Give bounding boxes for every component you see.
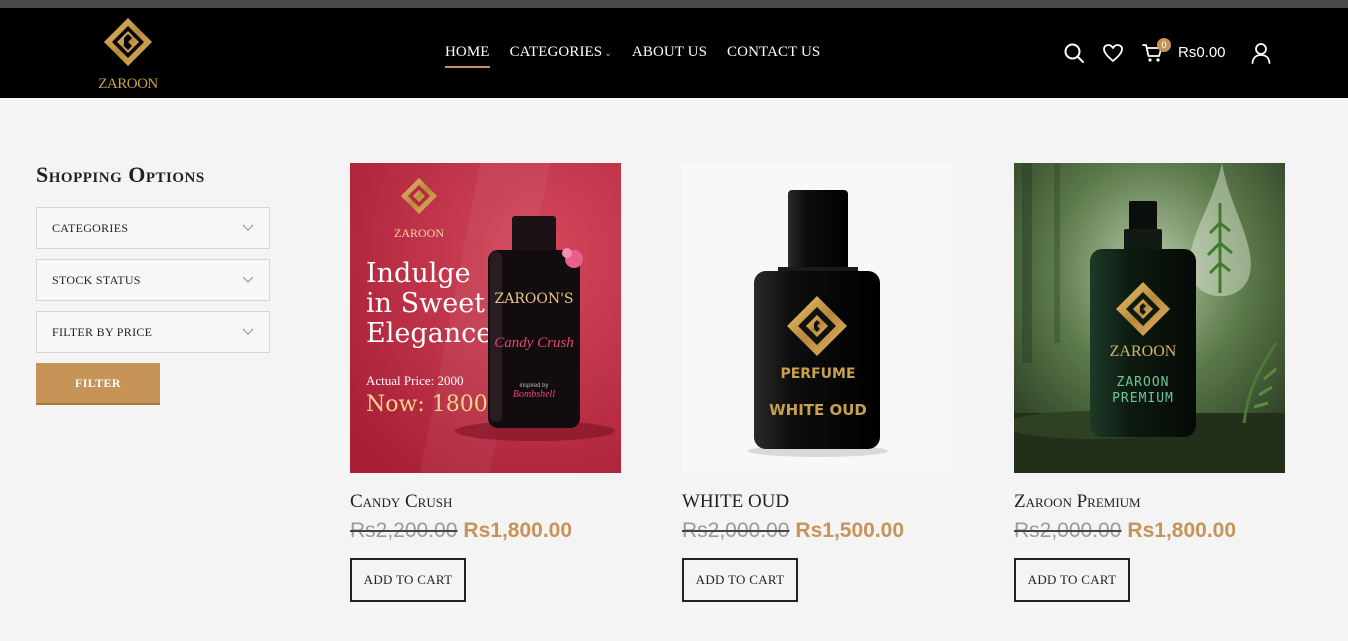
chevron-down-icon: [242, 328, 254, 335]
cart-total[interactable]: Rs0.00: [1178, 44, 1226, 61]
add-to-cart-button[interactable]: ADD TO CART: [682, 558, 798, 602]
logo-text: ZAROON: [98, 76, 158, 92]
price-new: Rs1,500.00: [795, 519, 905, 542]
search-icon[interactable]: [1063, 42, 1085, 64]
filter-stock-status[interactable]: STOCK STATUS: [36, 259, 270, 301]
filter-stock-status-label: STOCK STATUS: [52, 272, 141, 287]
bottle-label-1: PERFUME: [780, 366, 855, 382]
filter-categories[interactable]: CATEGORIES: [36, 207, 270, 249]
image-brand-text: ZAROON: [394, 226, 444, 240]
product-name[interactable]: WHITE OUD: [682, 491, 789, 513]
nav-categories-label: CATEGORIES: [509, 44, 603, 60]
product-name[interactable]: Candy Crush: [350, 491, 452, 513]
price-row: Rs2,000.00 Rs1,500.00: [682, 519, 904, 543]
price-old: Rs2,000.00: [682, 519, 790, 542]
heart-icon[interactable]: [1102, 42, 1124, 64]
site-header: ZAROON HOME CATEGORIES ⌄ ABOUT US CONTACT…: [0, 8, 1348, 98]
bottle-label-2: WHITE OUD: [769, 401, 867, 419]
user-icon[interactable]: [1250, 42, 1272, 64]
image-headline-1: Indulge: [366, 258, 471, 289]
nav-contact-us[interactable]: CONTACT US: [727, 44, 820, 61]
image-headline-3: Elegance: [366, 318, 492, 349]
chevron-down-icon: ⌄: [604, 48, 612, 58]
product-name[interactable]: Zaroon Premium: [1014, 491, 1141, 513]
price-new: Rs1,800.00: [463, 519, 573, 542]
bottle-name-text: Candy Crush: [494, 335, 574, 351]
bottle-sub-text: Bombshell: [513, 389, 555, 400]
filter-categories-label: CATEGORIES: [52, 220, 129, 235]
bottle-brand-text: ZAROON'S: [494, 291, 573, 307]
main-nav: HOME CATEGORIES ⌄ ABOUT US CONTACT US: [445, 44, 820, 68]
price-row: Rs2,200.00 Rs1,800.00: [350, 519, 572, 543]
price-row: Rs2,000.00 Rs1,800.00: [1014, 519, 1236, 543]
price-new: Rs1,800.00: [1127, 519, 1237, 542]
nav-home[interactable]: HOME: [445, 44, 490, 68]
image-headline-2: in Sweet: [366, 288, 485, 319]
product-image-zaroon-premium[interactable]: ZAROON ZAROON PREMIUM: [1014, 163, 1285, 473]
image-actual-price: Actual Price: 2000: [366, 373, 463, 388]
chevron-down-icon: [242, 224, 254, 231]
image-now-price: Now: 1800: [366, 392, 488, 417]
bottle-label-2: PREMIUM: [1112, 391, 1174, 406]
bottle-label-1: ZAROON: [1117, 375, 1170, 390]
chevron-down-icon: [242, 276, 254, 283]
browser-top-strip: [0, 0, 1348, 8]
bottle-brand-text: ZAROON: [1110, 343, 1177, 360]
sidebar-title: Shopping Options: [36, 162, 205, 187]
filter-by-price[interactable]: FILTER BY PRICE: [36, 311, 270, 353]
filter-by-price-label: FILTER BY PRICE: [52, 324, 153, 339]
cart-count-badge: 0: [1157, 38, 1171, 52]
price-old: Rs2,000.00: [1014, 519, 1122, 542]
add-to-cart-button[interactable]: ADD TO CART: [1014, 558, 1130, 602]
nav-categories[interactable]: CATEGORIES ⌄: [510, 44, 612, 61]
filter-button[interactable]: FILTER: [36, 363, 160, 405]
nav-about-us[interactable]: ABOUT US: [632, 44, 707, 61]
add-to-cart-button[interactable]: ADD TO CART: [350, 558, 466, 602]
site-logo[interactable]: ZAROON: [96, 14, 160, 92]
logo-mark-icon: [104, 18, 152, 66]
product-image-candy-crush[interactable]: ZAROON Indulge in Sweet Elegance Actual …: [350, 163, 621, 473]
price-old: Rs2,200.00: [350, 519, 458, 542]
product-image-white-oud[interactable]: PERFUME WHITE OUD: [682, 163, 953, 473]
